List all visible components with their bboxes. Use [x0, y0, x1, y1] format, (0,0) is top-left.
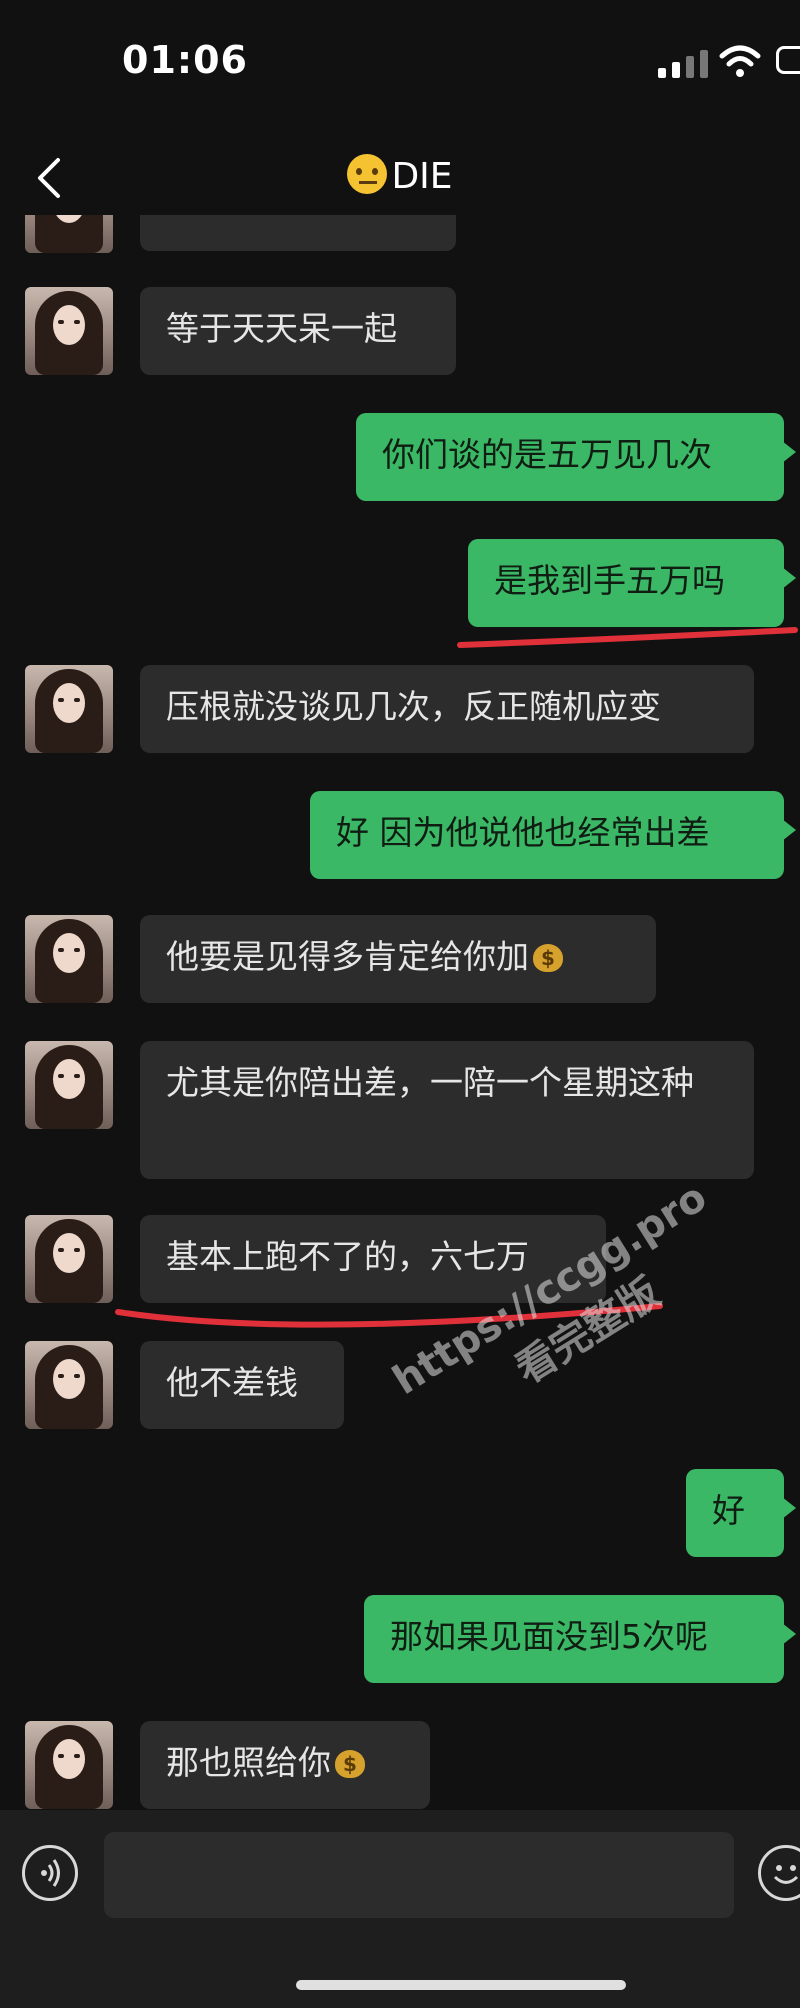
chat-header: DIE	[0, 120, 800, 230]
incoming-message-bubble[interactable]: 他不差钱	[140, 1341, 344, 1429]
status-time: 01:06	[122, 38, 248, 82]
message-text: 那如果见面没到5次呢	[390, 1617, 708, 1656]
raised-eyebrow-emoji-icon	[347, 154, 388, 194]
voice-input-button[interactable]	[22, 1845, 78, 1901]
contact-avatar[interactable]	[25, 1215, 113, 1303]
status-bar: 01:06	[0, 0, 800, 120]
message-text: 基本上跑不了的，六七万	[166, 1237, 529, 1276]
outgoing-message-bubble[interactable]: 那如果见面没到5次呢	[364, 1595, 796, 1683]
message-text: 他要是见得多肯定给你加	[166, 937, 529, 976]
incoming-message-bubble[interactable]: 他要是见得多肯定给你加	[140, 915, 656, 1003]
incoming-message-bubble[interactable]: 尤其是你陪出差，一陪一个星期这种	[140, 1041, 754, 1179]
message-text: 压根就没谈见几次，反正随机应变	[166, 687, 661, 726]
message-text: 他不差钱	[166, 1363, 298, 1402]
smiley-icon	[773, 1865, 799, 1884]
home-indicator	[296, 1980, 626, 1990]
money-bag-icon	[533, 938, 563, 972]
incoming-message-bubble[interactable]: 压根就没谈见几次，反正随机应变	[140, 665, 754, 753]
emoji-button[interactable]	[758, 1845, 800, 1901]
outgoing-message-bubble[interactable]: 是我到手五万吗	[468, 539, 796, 627]
message-input[interactable]	[104, 1832, 734, 1918]
contact-avatar[interactable]	[25, 287, 113, 375]
incoming-message-bubble[interactable]: 等于天天呆一起	[140, 287, 456, 375]
contact-avatar[interactable]	[25, 1341, 113, 1429]
outgoing-message-bubble[interactable]: 好 因为他说他也经常出差	[310, 791, 796, 879]
contact-avatar[interactable]	[25, 1041, 113, 1129]
message-text: 那也照给你	[166, 1743, 331, 1782]
voice-icon	[41, 1859, 60, 1887]
outgoing-message-bubble[interactable]: 好	[686, 1469, 796, 1557]
money-bag-icon	[335, 1744, 365, 1778]
message-bubble-partial	[140, 215, 456, 251]
chat-title[interactable]: DIE	[0, 154, 800, 197]
message-text: 尤其是你陪出差，一陪一个星期这种	[166, 1063, 694, 1102]
message-text: 是我到手五万吗	[494, 561, 725, 600]
message-text: 好 因为他说他也经常出差	[336, 813, 710, 852]
message-text: 等于天天呆一起	[166, 309, 397, 348]
input-bar	[0, 1810, 800, 2008]
contact-avatar[interactable]	[25, 215, 113, 253]
message-text: 好	[712, 1491, 745, 1530]
contact-avatar[interactable]	[25, 1721, 113, 1809]
message-text: 你们谈的是五万见几次	[382, 435, 712, 474]
contact-avatar[interactable]	[25, 915, 113, 1003]
contact-avatar[interactable]	[25, 665, 113, 753]
cellular-signal-icon	[658, 50, 708, 78]
contact-name: DIE	[391, 156, 453, 197]
battery-icon	[776, 46, 800, 74]
incoming-message-bubble[interactable]: 那也照给你	[140, 1721, 430, 1809]
message-list[interactable]: 等于天天呆一起 你们谈的是五万见几次 是我到手五万吗 压根就没谈见几次，反正随机…	[0, 215, 800, 1810]
incoming-message-bubble[interactable]: 基本上跑不了的，六七万	[140, 1215, 606, 1303]
outgoing-message-bubble[interactable]: 你们谈的是五万见几次	[356, 413, 796, 501]
wifi-icon	[719, 45, 761, 77]
